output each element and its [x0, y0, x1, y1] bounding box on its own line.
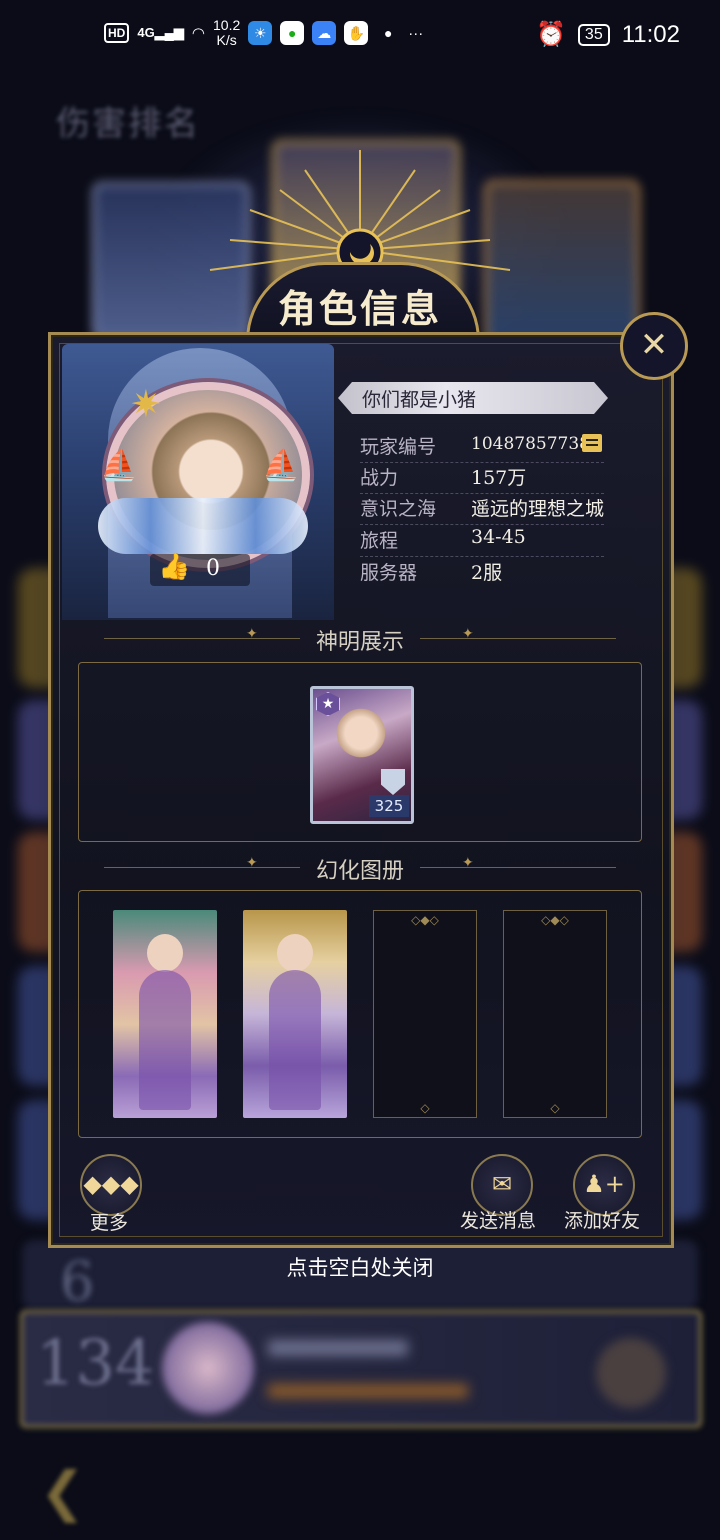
alarm-icon: ⏰ [536, 21, 566, 48]
background-header-title: 伤害排名 [56, 104, 200, 144]
info-row-sea-of-consciousness: 意识之海 遥远的理想之城 [360, 492, 604, 525]
info-value: 2服 [471, 562, 503, 584]
ornament-icon: ◇ [550, 1101, 560, 1115]
album-figure-face [147, 934, 183, 972]
weather-app-icon: ☀ [248, 21, 273, 45]
envelope-icon: ✉ [491, 1170, 513, 1198]
hd-badge: HD [104, 23, 130, 43]
album-header: ✦ 幻化图册 ✦ [80, 853, 640, 884]
player-name: 你们都是小猪 [362, 389, 477, 411]
section-title: 神明展示 [315, 630, 404, 655]
hand-icon: ✋ [344, 21, 369, 45]
more-button-label[interactable]: 更多 [90, 1208, 128, 1235]
thumbs-up-icon[interactable]: 👍 [158, 552, 190, 582]
god-portrait [335, 703, 387, 763]
ornament-icon: ◇ [420, 1101, 430, 1115]
clock: 11:02 [621, 20, 680, 48]
chat-bubble-icon: ● [384, 25, 393, 41]
more-notifications-icon: ··· [408, 24, 424, 42]
album-figure-face [277, 934, 313, 972]
send-message-label[interactable]: 发送消息 [460, 1206, 536, 1233]
ship-icon: ⛵ [100, 448, 138, 483]
info-value: 遥远的理想之城 [471, 498, 605, 520]
avatar-waves-decoration [98, 498, 308, 554]
network-speed: 10.2 K/s [213, 18, 240, 48]
background-my-avatar [162, 1322, 254, 1414]
god-card-level: 325 [369, 795, 409, 817]
sparkle-icon: ✦ [462, 855, 474, 871]
status-bar: HD 4G▂▄▆ ◠ 10.2 K/s ☀ ● ☁ ✋ ● ··· ⏰ 35 1… [0, 0, 720, 72]
shield-icon [381, 769, 405, 795]
section-title: 幻化图册 [315, 859, 404, 884]
network-speed-unit: K/s [216, 32, 237, 48]
status-left: HD 4G▂▄▆ ◠ 10.2 K/s ☀ ● ☁ ✋ ● ··· [104, 18, 423, 48]
ornament-icon: ◇◆◇ [411, 913, 439, 927]
wechat-icon: ● [280, 21, 305, 45]
info-label: 旅程 [360, 530, 399, 552]
more-button[interactable]: ◆◆◆ [80, 1154, 142, 1216]
cellular-signal-icon: 4G▂▄▆ [137, 25, 184, 40]
background-my-power [268, 1384, 468, 1398]
divider [420, 638, 616, 639]
album-figure-body [139, 970, 191, 1110]
cloud-icon: ☁ [312, 21, 337, 45]
album-card-2[interactable] [243, 910, 347, 1118]
info-label: 战力 [360, 467, 399, 489]
dialog-title: 角色信息 [277, 286, 442, 331]
tap-outside-to-close-hint: 点击空白处关闭 [286, 1256, 434, 1280]
like-count: 0 [206, 556, 220, 581]
album-card-1[interactable] [113, 910, 217, 1118]
status-right: ⏰ 35 11:02 [536, 20, 680, 49]
album-slot-empty[interactable]: ◇◆◇ ◇ [373, 910, 477, 1118]
compass-icon: ✷ [130, 382, 162, 426]
diamonds-icon: ◆◆◆ [83, 1170, 139, 1198]
network-type: 4G [137, 25, 155, 40]
info-value: 34-45 [471, 526, 526, 548]
wifi-icon: ◠ [191, 25, 205, 42]
add-friend-label[interactable]: 添加好友 [564, 1206, 640, 1233]
close-button[interactable]: ✕ [620, 312, 688, 380]
info-value: 10487857738 [471, 434, 590, 454]
ornament-icon: ◇◆◇ [541, 913, 569, 927]
star-rank-icon: ★ [316, 692, 340, 716]
copy-id-icon[interactable] [582, 434, 602, 452]
info-label: 玩家编号 [360, 436, 437, 458]
god-display-header: ✦ 神明展示 ✦ [80, 624, 640, 655]
ship-icon: ⛵ [262, 448, 300, 483]
info-row-journey: 旅程 34-45 [360, 524, 604, 557]
info-row-power: 战力 157万 [360, 461, 604, 494]
close-icon: ✕ [639, 325, 669, 365]
album-slot-empty[interactable]: ◇◆◇ ◇ [503, 910, 607, 1118]
info-row-server: 服务器 2服 [360, 556, 604, 588]
info-label: 服务器 [360, 562, 418, 584]
god-card[interactable]: ★ 325 [310, 686, 414, 824]
background-my-name [268, 1340, 408, 1356]
info-row-player-id: 玩家编号 10487857738 [360, 430, 604, 463]
background-back-arrow-icon: ❮ [40, 1460, 86, 1523]
background-my-badge [596, 1338, 666, 1408]
info-value: 157万 [471, 467, 527, 489]
divider [420, 867, 616, 868]
sparkle-icon: ✦ [462, 626, 474, 642]
album-figure-body [269, 970, 321, 1110]
battery-icon: 35 [577, 23, 610, 46]
background-my-rank-number: 134 [36, 1326, 155, 1399]
network-speed-value: 10.2 [213, 17, 241, 33]
info-label: 意识之海 [360, 498, 437, 520]
add-friend-icon: ♟+ [583, 1170, 625, 1198]
